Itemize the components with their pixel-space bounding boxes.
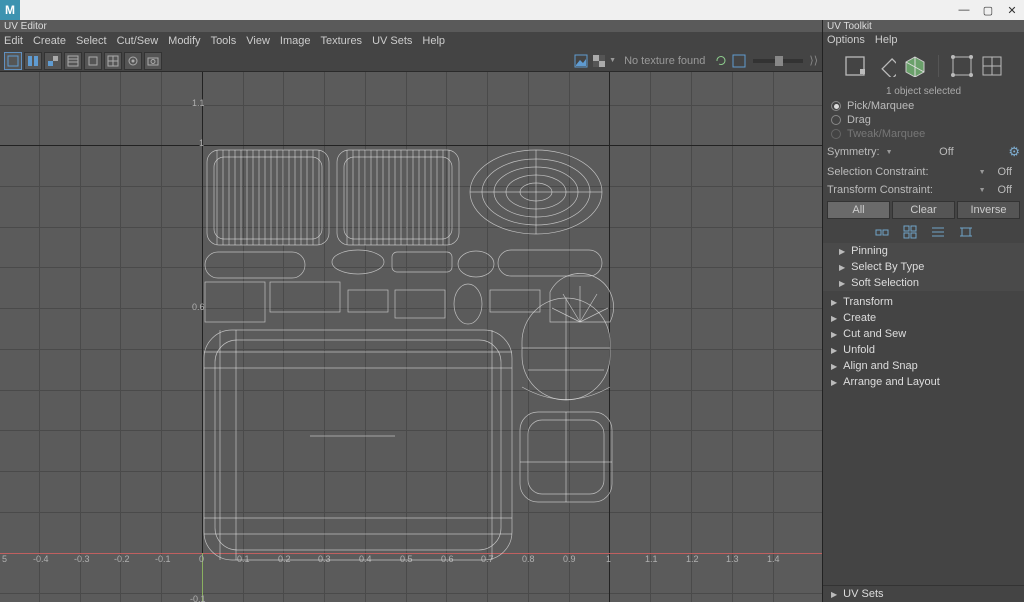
row-transform[interactable]: ▶Transform: [823, 294, 1024, 310]
vertex-component-icon[interactable]: [951, 55, 973, 77]
inverse-button[interactable]: Inverse: [957, 201, 1020, 219]
selection-loop-icon[interactable]: [931, 225, 945, 239]
menu-image[interactable]: Image: [280, 35, 311, 47]
menu-help[interactable]: Help: [422, 35, 445, 47]
grid-icon[interactable]: [104, 52, 122, 70]
uv-shell-icon[interactable]: [4, 52, 22, 70]
row-uv-sets[interactable]: ▶UV Sets: [823, 585, 1024, 602]
menu-help-right[interactable]: Help: [875, 34, 898, 46]
radio-tweak: [831, 129, 841, 139]
no-texture-label: No texture found: [624, 55, 705, 67]
component-mode-icons: [823, 48, 1024, 84]
refresh-icon[interactable]: [713, 53, 729, 69]
menu-edit[interactable]: Edit: [4, 35, 23, 47]
transform-constraint-value[interactable]: Off: [998, 184, 1012, 196]
snapshot-icon[interactable]: [144, 52, 162, 70]
menu-options[interactable]: Options: [827, 34, 865, 46]
uv-face-icon[interactable]: [844, 55, 866, 77]
menu-bar: Edit Create Select Cut/Sew Modify Tools …: [0, 32, 822, 50]
symmetry-arrow-icon[interactable]: ▼: [886, 149, 893, 156]
menu-textures[interactable]: Textures: [320, 35, 362, 47]
transform-constraint-label: Transform Constraint:: [827, 184, 933, 196]
selection-constraint-value[interactable]: Off: [998, 166, 1012, 178]
uv-edge-icon[interactable]: [874, 55, 896, 77]
window-controls: — ▢ ✕: [952, 0, 1024, 20]
titlebar: M — ▢ ✕: [0, 0, 1024, 20]
clear-button[interactable]: Clear: [892, 201, 955, 219]
radio-drag-label: Drag: [847, 114, 871, 126]
maximize-button[interactable]: ▢: [976, 0, 1000, 20]
texture-channel-icon[interactable]: [731, 53, 747, 69]
toolbar-icon-4[interactable]: [64, 52, 82, 70]
menu-view[interactable]: View: [246, 35, 270, 47]
row-cut-and-sew[interactable]: ▶Cut and Sew: [823, 326, 1024, 342]
menu-uv-sets[interactable]: UV Sets: [372, 35, 412, 47]
app-icon: M: [0, 0, 20, 20]
selection-grow-icon[interactable]: [875, 225, 889, 239]
expand-right-icon[interactable]: ⟩⟩: [809, 54, 818, 67]
selection-shrink-icon[interactable]: [903, 225, 917, 239]
trans-constraint-arrow-icon[interactable]: ▼: [979, 187, 986, 194]
selection-ring-icon[interactable]: [959, 225, 973, 239]
image-display-icon[interactable]: [573, 53, 589, 69]
uv-editor-toolbar: ▼ No texture found ⟩⟩: [0, 50, 822, 72]
radio-drag[interactable]: [831, 115, 841, 125]
selection-constraint-label: Selection Constraint:: [827, 166, 929, 178]
radio-pick[interactable]: [831, 101, 841, 111]
minimize-button[interactable]: —: [952, 0, 976, 20]
menu-tools[interactable]: Tools: [211, 35, 237, 47]
row-select-by-type[interactable]: ▶Select By Type: [823, 259, 1024, 275]
menu-modify[interactable]: Modify: [168, 35, 200, 47]
row-soft-selection[interactable]: ▶Soft Selection: [823, 275, 1024, 291]
menu-select[interactable]: Select: [76, 35, 107, 47]
symmetry-value[interactable]: Off: [939, 146, 953, 158]
dim-slider[interactable]: [753, 59, 803, 63]
grid-component-icon[interactable]: [981, 55, 1003, 77]
uv-viewport[interactable]: 5 -0.4 -0.3 -0.2 -0.1 0 0.1 0.2 0.3 0.4 …: [0, 72, 822, 602]
menu-create[interactable]: Create: [33, 35, 66, 47]
row-align-and-snap[interactable]: ▶Align and Snap: [823, 358, 1024, 374]
all-button[interactable]: All: [827, 201, 890, 219]
row-unfold[interactable]: ▶Unfold: [823, 342, 1024, 358]
selection-status: 1 object selected: [823, 84, 1024, 99]
uv-editor-title: UV Editor: [0, 20, 822, 32]
radio-tweak-label: Tweak/Marquee: [847, 128, 925, 140]
close-button[interactable]: ✕: [1000, 0, 1024, 20]
uv-snap-icon[interactable]: [24, 52, 42, 70]
toolbar-icon-5[interactable]: [84, 52, 102, 70]
checker-icon[interactable]: [591, 53, 607, 69]
dropdown-arrow-icon[interactable]: ▼: [609, 57, 616, 64]
row-create[interactable]: ▶Create: [823, 310, 1024, 326]
uv-shell-box-icon[interactable]: [904, 55, 926, 77]
uv-toolkit-title: UV Toolkit: [823, 20, 1024, 32]
dim-icon[interactable]: [124, 52, 142, 70]
right-menu-bar: Options Help: [823, 32, 1024, 48]
row-pinning[interactable]: ▶Pinning: [823, 243, 1024, 259]
row-arrange-and-layout[interactable]: ▶Arrange and Layout: [823, 374, 1024, 390]
gear-icon[interactable]: ⚙: [1008, 144, 1020, 160]
sel-constraint-arrow-icon[interactable]: ▼: [979, 169, 986, 176]
radio-pick-label: Pick/Marquee: [847, 100, 914, 112]
toolbar-icon-3[interactable]: [44, 52, 62, 70]
symmetry-label: Symmetry:: [827, 146, 880, 158]
uv-shells: [0, 72, 822, 602]
menu-cut-sew[interactable]: Cut/Sew: [117, 35, 159, 47]
